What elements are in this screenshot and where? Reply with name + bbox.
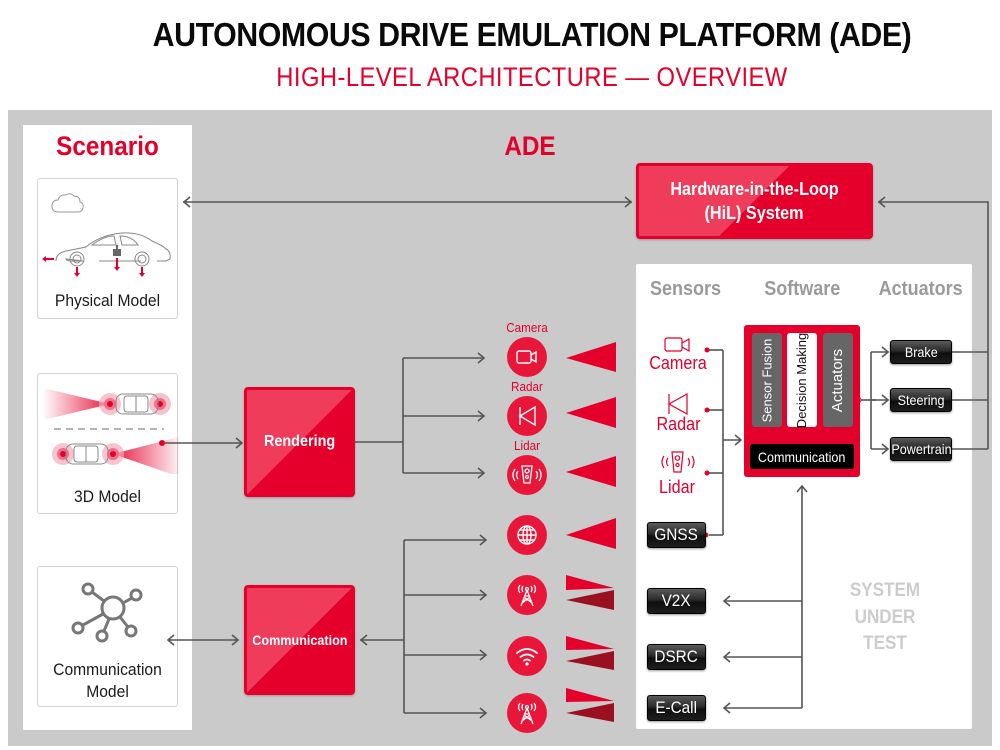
software-communication-label: Communication	[758, 448, 846, 465]
sut-label-line2: UNDER	[854, 606, 916, 628]
ecall-label: E-Call	[655, 698, 698, 717]
gnss-label: GNSS	[654, 525, 699, 544]
v2x-label: V2X	[662, 591, 691, 610]
v2x-signal-wedges	[566, 575, 614, 610]
wifi-icon	[516, 648, 538, 666]
steering-actuator[interactable]: Steering	[890, 388, 952, 412]
decision-making-block[interactable]: Decision Making	[787, 332, 817, 428]
gnss-emulator[interactable]	[507, 515, 547, 555]
brake-label: Brake	[904, 344, 938, 360]
actuators-label: Actuators	[829, 348, 847, 412]
hil-line1: Hardware-in-the-Loop	[670, 178, 839, 199]
steering-label: Steering	[897, 392, 945, 408]
dsrc-unit[interactable]: DSRC	[647, 644, 706, 670]
system-under-test-label: SYSTEM UNDER TEST	[827, 578, 944, 658]
brake-actuator[interactable]: Brake	[890, 340, 952, 364]
communication-label: Communication	[251, 632, 348, 648]
communication-box[interactable]: Communication	[244, 585, 355, 695]
sensor-fusion-block[interactable]: Sensor Fusion	[752, 333, 782, 427]
gnss-unit[interactable]: GNSS	[647, 522, 706, 548]
radar-icon	[667, 393, 688, 415]
v2x-emulator[interactable]	[507, 575, 547, 615]
radar-emulator[interactable]	[507, 396, 547, 436]
camera-emulator[interactable]	[507, 337, 547, 377]
software-communication-block[interactable]: Communication	[750, 444, 854, 469]
lidar-signal-wedge	[566, 456, 616, 487]
camera-emulator-label: Camera	[506, 320, 548, 335]
decision-making-label: Decision Making	[794, 332, 810, 428]
v2x-unit[interactable]: V2X	[647, 588, 706, 614]
globe-icon	[517, 525, 537, 545]
radar-emulator-label: Radar	[511, 379, 543, 394]
sut-camera-label: Camera	[649, 353, 707, 373]
hil-line2: (HiL) System	[704, 203, 805, 223]
lidar-icon	[512, 465, 542, 484]
lidar-icon	[661, 451, 695, 473]
lidar-emulator-label: Lidar	[513, 438, 541, 453]
camera-signal-wedge	[566, 342, 616, 372]
actuators-block[interactable]: Actuators	[823, 333, 853, 427]
antenna-icon	[517, 584, 537, 607]
dsrc-emulator[interactable]	[507, 636, 547, 676]
gnss-signal-wedge	[566, 518, 616, 549]
sut-label-line1: SYSTEM	[849, 580, 921, 601]
dsrc-label: DSRC	[654, 647, 699, 666]
rendering-box[interactable]: Rendering	[244, 387, 355, 497]
sut-radar-label: Radar	[656, 414, 701, 434]
radar-signal-wedge	[566, 397, 616, 428]
lidar-emulator[interactable]	[507, 455, 547, 495]
sut-label-line3: TEST	[863, 633, 907, 655]
dsrc-signal-wedges	[566, 636, 614, 670]
hil-system-box[interactable]: Hardware-in-the-Loop (HiL) System	[636, 163, 873, 239]
ecall-emulator[interactable]	[507, 693, 547, 733]
powertrain-actuator[interactable]: Powertrain	[890, 437, 952, 461]
sut-lidar-label: Lidar	[659, 477, 696, 497]
powertrain-label: Powertrain	[890, 441, 952, 457]
antenna-icon	[517, 702, 537, 725]
camera-icon	[516, 350, 537, 364]
software-box[interactable]: Sensor Fusion Decision Making Actuators …	[744, 325, 860, 477]
sensor-fusion-label: Sensor Fusion	[759, 338, 775, 422]
ecall-unit[interactable]: E-Call	[647, 695, 706, 721]
radar-icon	[518, 405, 536, 427]
rendering-label: Rendering	[263, 433, 336, 450]
ecall-signal-wedges	[566, 688, 614, 722]
camera-icon	[664, 337, 690, 353]
